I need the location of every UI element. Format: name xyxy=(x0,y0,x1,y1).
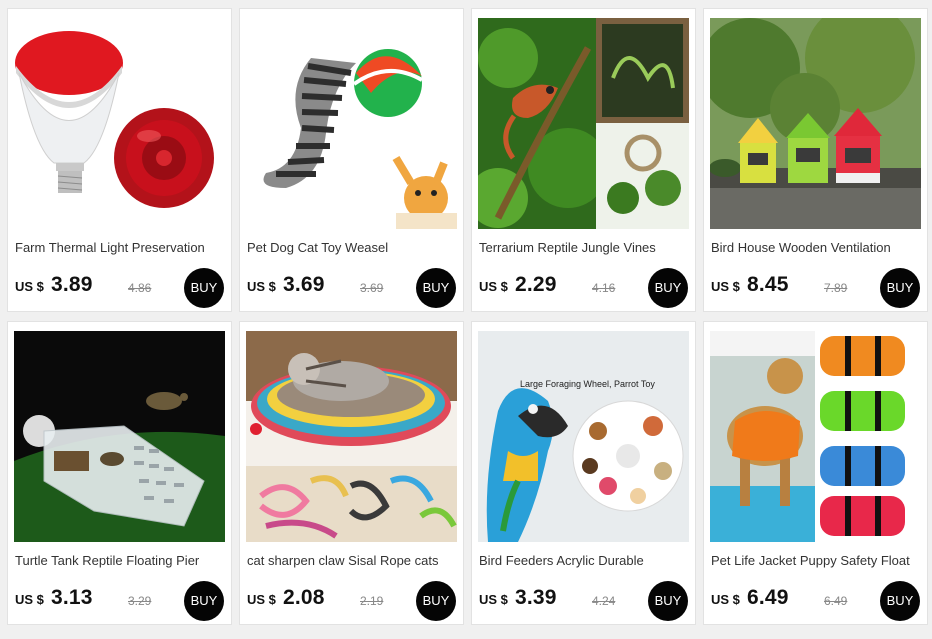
buy-button[interactable]: BUY xyxy=(880,268,920,308)
product-card[interactable]: Pet Life Jacket Puppy Safety Float US $ … xyxy=(703,321,928,625)
currency-label: US $ xyxy=(247,279,276,294)
product-card[interactable]: cat sharpen claw Sisal Rope cats US $ 2.… xyxy=(239,321,464,625)
buy-button[interactable]: BUY xyxy=(648,581,688,621)
price: 8.45 xyxy=(747,273,789,296)
price: 2.29 xyxy=(515,273,557,296)
product-image[interactable]: Large Foraging Wheel, Parrot Toy xyxy=(478,331,689,542)
buy-button[interactable]: BUY xyxy=(416,268,456,308)
product-title[interactable]: Terrarium Reptile Jungle Vines xyxy=(479,240,693,255)
product-image[interactable] xyxy=(14,18,225,229)
product-title[interactable]: Bird House Wooden Ventilation xyxy=(711,240,925,255)
product-title[interactable]: Turtle Tank Reptile Floating Pier xyxy=(15,553,229,568)
original-price: 4.86 xyxy=(128,281,152,295)
currency-label: US $ xyxy=(479,279,508,294)
original-price: 3.29 xyxy=(128,594,152,608)
product-image[interactable] xyxy=(246,331,457,542)
original-price: 3.69 xyxy=(360,281,384,295)
price: 3.39 xyxy=(515,586,557,609)
product-card[interactable]: Large Foraging Wheel, Parrot Toy Bird Fe… xyxy=(471,321,696,625)
product-image[interactable] xyxy=(14,331,225,542)
product-card[interactable]: Pet Dog Cat Toy Weasel US $ 3.69 3.69 BU… xyxy=(239,8,464,312)
product-title[interactable]: Farm Thermal Light Preservation xyxy=(15,240,229,255)
price: 3.69 xyxy=(283,273,325,296)
buy-button[interactable]: BUY xyxy=(184,268,224,308)
currency-label: US $ xyxy=(247,592,276,607)
product-card[interactable]: Terrarium Reptile Jungle Vines US $ 2.29… xyxy=(471,8,696,312)
original-price: 2.19 xyxy=(360,594,384,608)
product-card[interactable]: Farm Thermal Light Preservation US $ 3.8… xyxy=(7,8,232,312)
price: 3.13 xyxy=(51,586,93,609)
product-image[interactable] xyxy=(246,18,457,229)
product-title[interactable]: cat sharpen claw Sisal Rope cats xyxy=(247,553,461,568)
product-title[interactable]: Pet Dog Cat Toy Weasel xyxy=(247,240,461,255)
product-card[interactable]: Bird House Wooden Ventilation US $ 8.45 … xyxy=(703,8,928,312)
price: 3.89 xyxy=(51,273,93,296)
currency-label: US $ xyxy=(15,279,44,294)
product-image[interactable] xyxy=(710,331,921,542)
buy-button[interactable]: BUY xyxy=(648,268,688,308)
original-price: 4.24 xyxy=(592,594,616,608)
price: 6.49 xyxy=(747,586,789,609)
buy-button[interactable]: BUY xyxy=(416,581,456,621)
product-title[interactable]: Pet Life Jacket Puppy Safety Float xyxy=(711,553,925,568)
buy-button[interactable]: BUY xyxy=(184,581,224,621)
image-caption: Large Foraging Wheel, Parrot Toy xyxy=(520,379,655,389)
currency-label: US $ xyxy=(711,592,740,607)
product-image[interactable] xyxy=(710,18,921,229)
original-price: 6.49 xyxy=(824,594,848,608)
currency-label: US $ xyxy=(479,592,508,607)
price: 2.08 xyxy=(283,586,325,609)
currency-label: US $ xyxy=(711,279,740,294)
original-price: 4.16 xyxy=(592,281,616,295)
currency-label: US $ xyxy=(15,592,44,607)
product-image[interactable] xyxy=(478,18,689,229)
buy-button[interactable]: BUY xyxy=(880,581,920,621)
original-price: 7.89 xyxy=(824,281,848,295)
product-grid: Farm Thermal Light Preservation US $ 3.8… xyxy=(0,0,932,639)
product-card[interactable]: Turtle Tank Reptile Floating Pier US $ 3… xyxy=(7,321,232,625)
product-title[interactable]: Bird Feeders Acrylic Durable xyxy=(479,553,693,568)
